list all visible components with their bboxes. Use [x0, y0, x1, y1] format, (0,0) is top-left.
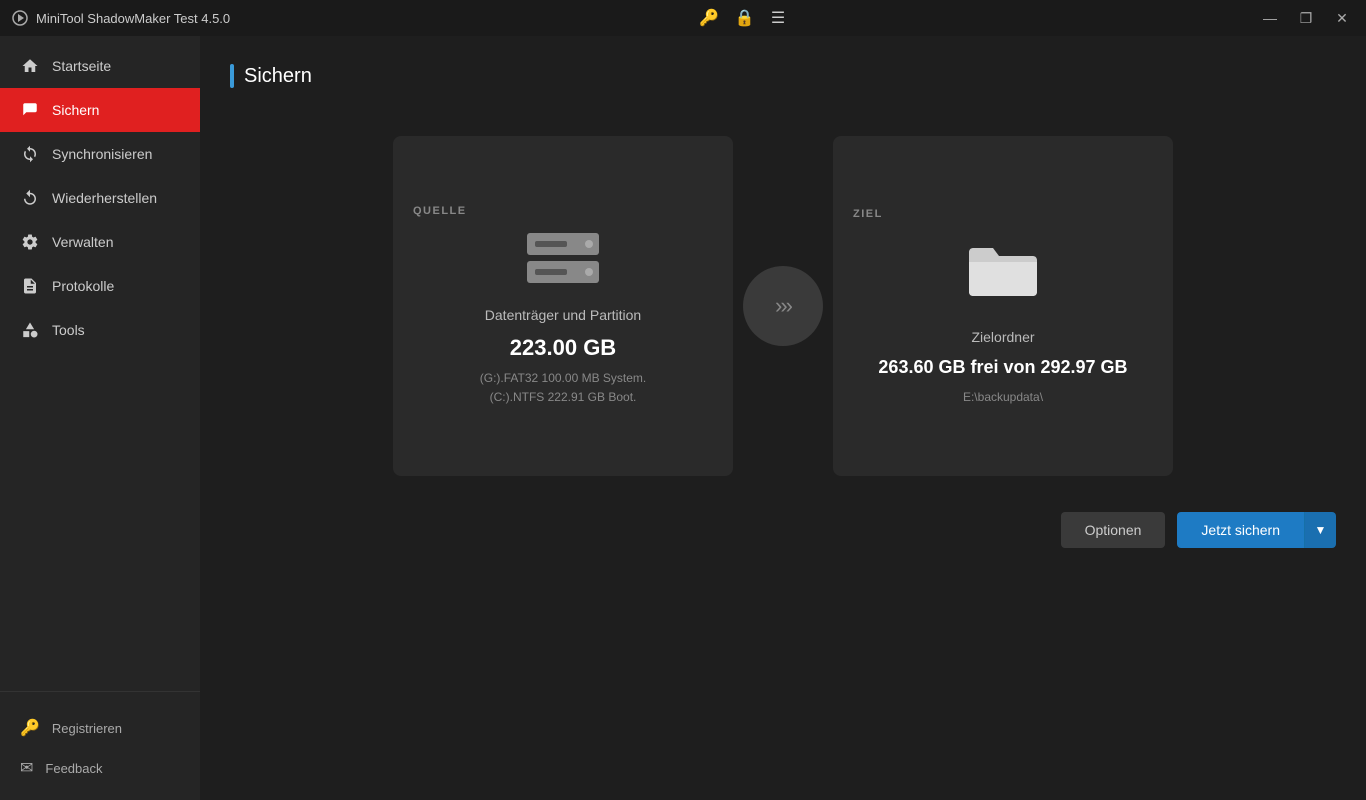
backup-button[interactable]: Jetzt sichern — [1177, 512, 1304, 548]
key-small-icon: 🔑 — [20, 718, 40, 738]
sidebar-item-tools[interactable]: Tools — [0, 308, 200, 352]
target-card-name: Zielordner — [971, 329, 1034, 345]
content-area: Sichern QUELLE Datenträger und Partition… — [200, 36, 1366, 800]
titlebar: MiniTool ShadowMaker Test 4.5.0 🔑 🔒 ☰ — … — [0, 0, 1366, 36]
sidebar-label-sichern: Sichern — [52, 102, 99, 118]
lock-icon[interactable]: 🔒 — [731, 4, 759, 32]
sidebar-item-verwalten[interactable]: Verwalten — [0, 220, 200, 264]
sidebar-item-registrieren[interactable]: 🔑 Registrieren — [0, 708, 200, 748]
target-card-path: E:\backupdata\ — [963, 390, 1043, 404]
source-card-size: 223.00 GB — [510, 335, 616, 361]
target-card[interactable]: ZIEL Zielordner 263.60 GB frei von 292.9… — [833, 136, 1173, 476]
source-card[interactable]: QUELLE Datenträger und Partition 223.00 … — [393, 136, 733, 476]
titlebar-icons: 🔑 🔒 ☰ — [695, 4, 789, 32]
folder-icon — [963, 236, 1043, 305]
restore-button[interactable]: ❐ — [1290, 4, 1322, 32]
sidebar-label-wiederherstellen: Wiederherstellen — [52, 190, 157, 206]
bottom-bar: Optionen Jetzt sichern ▼ — [230, 496, 1336, 548]
sidebar-item-sichern[interactable]: Sichern — [0, 88, 200, 132]
app-logo — [12, 10, 28, 26]
sidebar-label-protokolle: Protokolle — [52, 278, 114, 294]
target-card-free: 263.60 GB frei von 292.97 GB — [878, 357, 1127, 378]
window-controls: — ❐ ✕ — [1254, 4, 1358, 32]
mail-icon: ✉ — [20, 758, 33, 778]
arrow-connector: ››› — [743, 266, 823, 346]
backup-button-group: Jetzt sichern ▼ — [1177, 512, 1336, 548]
backup-icon — [20, 100, 40, 120]
disk-drive-1 — [527, 233, 599, 255]
sync-icon — [20, 144, 40, 164]
sidebar-item-feedback[interactable]: ✉ Feedback — [0, 748, 200, 788]
title-accent-bar — [230, 64, 234, 88]
restore-icon — [20, 188, 40, 208]
sidebar-label-startseite: Startseite — [52, 58, 111, 74]
sidebar-label-verwalten: Verwalten — [52, 234, 113, 250]
source-card-details: (G:).FAT32 100.00 MB System. (C:).NTFS 2… — [480, 369, 647, 407]
key-icon[interactable]: 🔑 — [695, 4, 723, 32]
log-icon — [20, 276, 40, 296]
sidebar-item-wiederherstellen[interactable]: Wiederherstellen — [0, 176, 200, 220]
disk-icon — [527, 233, 599, 283]
sidebar-item-synchronisieren[interactable]: Synchronisieren — [0, 132, 200, 176]
page-title: Sichern — [244, 65, 312, 88]
disk-drive-2 — [527, 261, 599, 283]
close-button[interactable]: ✕ — [1326, 4, 1358, 32]
source-card-name: Datenträger und Partition — [485, 307, 641, 323]
target-card-label: ZIEL — [853, 208, 883, 220]
sidebar-item-protokolle[interactable]: Protokolle — [0, 264, 200, 308]
backup-dropdown-button[interactable]: ▼ — [1304, 512, 1336, 548]
source-card-label: QUELLE — [413, 205, 467, 217]
home-icon — [20, 56, 40, 76]
minimize-button[interactable]: — — [1254, 4, 1286, 32]
sidebar-nav: Startseite Sichern Synchronisieren — [0, 36, 200, 691]
feedback-label: Feedback — [45, 761, 102, 776]
tools-icon — [20, 320, 40, 340]
page-title-area: Sichern — [230, 64, 1336, 88]
menu-icon[interactable]: ☰ — [767, 4, 789, 32]
app-title: MiniTool ShadowMaker Test 4.5.0 — [36, 11, 230, 26]
arrow-icon: ››› — [775, 293, 791, 319]
main-layout: Startseite Sichern Synchronisieren — [0, 36, 1366, 800]
sidebar: Startseite Sichern Synchronisieren — [0, 36, 200, 800]
registrieren-label: Registrieren — [52, 721, 122, 736]
sidebar-label-synchronisieren: Synchronisieren — [52, 146, 152, 162]
options-button[interactable]: Optionen — [1061, 512, 1166, 548]
sidebar-item-startseite[interactable]: Startseite — [0, 44, 200, 88]
sidebar-bottom: 🔑 Registrieren ✉ Feedback — [0, 691, 200, 800]
cards-area: QUELLE Datenträger und Partition 223.00 … — [230, 116, 1336, 496]
manage-icon — [20, 232, 40, 252]
sidebar-label-tools: Tools — [52, 322, 85, 338]
titlebar-left: MiniTool ShadowMaker Test 4.5.0 — [12, 10, 230, 26]
